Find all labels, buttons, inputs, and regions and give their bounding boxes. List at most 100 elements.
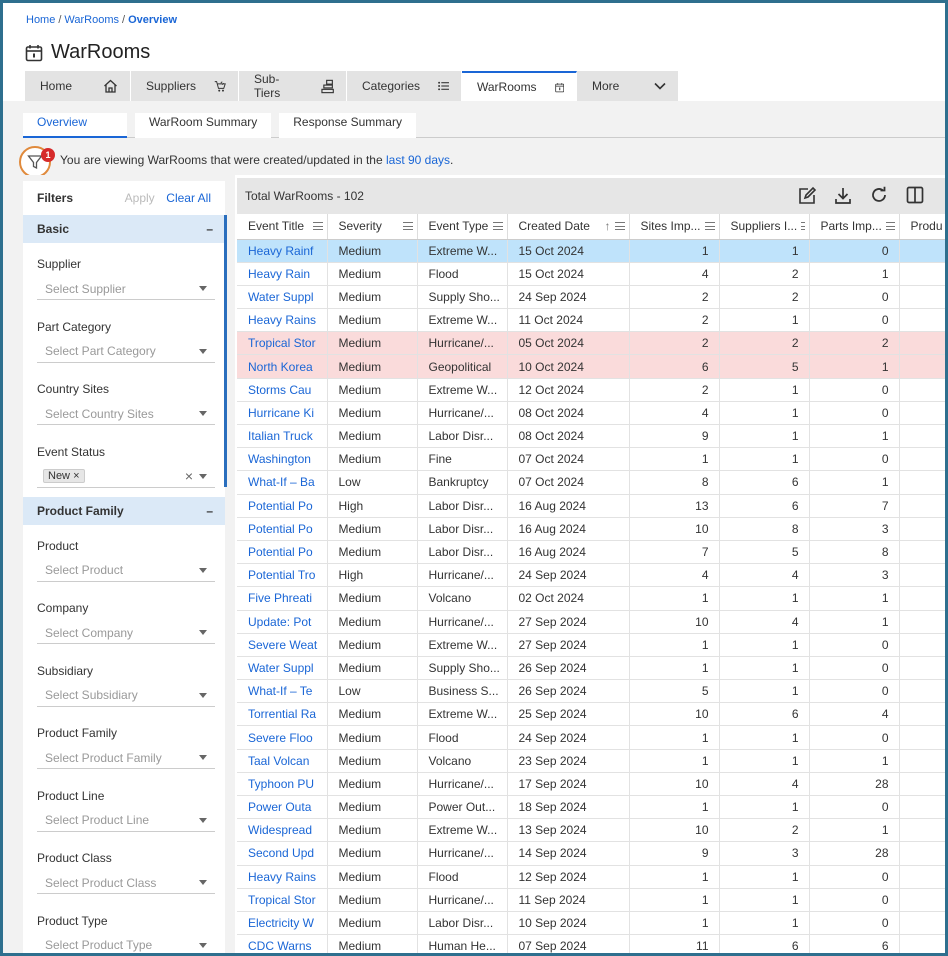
cell-event-title[interactable]: Potential Po: [237, 540, 328, 565]
tab-overview[interactable]: Overview: [23, 113, 127, 138]
product-type-select[interactable]: Select Product Type: [37, 935, 215, 954]
cell-event-title[interactable]: Heavy Rainf: [237, 239, 328, 263]
cell-event-title[interactable]: Second Upd: [237, 841, 328, 866]
table-row[interactable]: Washington Medium Fine 07 Oct 2024 1 1 0: [237, 447, 945, 472]
section-basic[interactable]: Basic –: [23, 215, 225, 243]
column-menu-icon[interactable]: [312, 222, 323, 231]
breadcrumb-current[interactable]: Overview: [128, 14, 177, 26]
col-event-title[interactable]: Event Title: [237, 214, 328, 240]
col-created-date[interactable]: Created Date ↑: [507, 214, 630, 240]
table-row[interactable]: Taal Volcan Medium Volcano 23 Sep 2024 1 1 1: [237, 749, 945, 773]
cell-event-title[interactable]: Potential Po: [237, 494, 328, 518]
nav-warrooms[interactable]: WarRooms: [462, 71, 577, 101]
cell-event-title[interactable]: Severe Weat: [237, 633, 328, 657]
cell-event-title[interactable]: North Korea: [237, 354, 328, 379]
table-row[interactable]: Potential Po Medium Labor Disr... 16 Aug 20…: [237, 517, 945, 541]
table-row[interactable]: Update: Pot Medium Hurricane/... 27 Sep 202…: [237, 610, 945, 634]
nav-sub-tiers[interactable]: Sub-Tiers: [239, 71, 347, 101]
cell-event-title[interactable]: Taal Volcan: [237, 749, 328, 773]
table-row[interactable]: Italian Truck Medium Labor Disr... 08 Oct 2…: [237, 424, 945, 449]
table-row[interactable]: Tropical Stor Medium Hurricane/... 11 Sep 2…: [237, 888, 945, 912]
part-category-select[interactable]: Select Part Category: [37, 341, 215, 363]
refresh-button[interactable]: [861, 186, 897, 206]
column-menu-icon[interactable]: [492, 222, 503, 231]
cell-event-title[interactable]: Water Suppl: [237, 656, 328, 681]
cell-event-title[interactable]: Typhoon PU: [237, 772, 328, 797]
table-row[interactable]: Torrential Ra Medium Extreme W... 25 Sep 20…: [237, 702, 945, 727]
table-row[interactable]: Water Suppl Medium Supply Sho... 26 Sep 202…: [237, 656, 945, 681]
clear-all-button[interactable]: Clear All: [166, 191, 211, 205]
table-row[interactable]: Heavy Rain Medium Flood 15 Oct 2024 4 2 1: [237, 262, 945, 286]
table-row[interactable]: Heavy Rainf Medium Extreme W... 15 Oct 2024…: [237, 239, 945, 263]
col-parts-impacted[interactable]: Parts Imp...: [809, 214, 900, 240]
table-row[interactable]: Heavy Rains Medium Flood 12 Sep 2024 1 1 0: [237, 865, 945, 889]
cell-event-title[interactable]: Heavy Rains: [237, 308, 328, 333]
table-row[interactable]: Storms Cau Medium Extreme W... 12 Oct 2024 2…: [237, 378, 945, 402]
table-row[interactable]: Electricity W Medium Labor Disr... 10 Sep 2…: [237, 911, 945, 936]
cell-event-title[interactable]: Power Outa: [237, 795, 328, 820]
cell-event-title[interactable]: Heavy Rain: [237, 262, 328, 286]
cell-event-title[interactable]: Hurricane Ki: [237, 401, 328, 426]
cell-event-title[interactable]: Heavy Rains: [237, 865, 328, 889]
last-90-days-link[interactable]: last 90 days: [386, 153, 450, 167]
nav-home[interactable]: Home: [25, 71, 131, 101]
column-menu-icon[interactable]: [885, 222, 895, 231]
cell-event-title[interactable]: Five Phreati: [237, 586, 328, 611]
col-severity[interactable]: Severity: [327, 214, 418, 240]
table-row[interactable]: Severe Floo Medium Flood 24 Sep 2024 1 1 0: [237, 725, 945, 750]
section-product-family[interactable]: Product Family –: [23, 496, 225, 525]
country-sites-select[interactable]: Select Country Sites: [37, 403, 215, 425]
table-row[interactable]: Potential Tro High Hurricane/... 24 Sep 202…: [237, 563, 945, 588]
table-row[interactable]: North Korea Medium Geopolitical 10 Oct 2024…: [237, 354, 945, 379]
table-row[interactable]: Potential Po High Labor Disr... 16 Aug 2024…: [237, 494, 945, 518]
breadcrumb-warrooms[interactable]: WarRooms: [64, 14, 119, 26]
table-row[interactable]: Severe Weat Medium Extreme W... 27 Sep 2024…: [237, 633, 945, 657]
table-row[interactable]: Five Phreati Medium Volcano 02 Oct 2024 1 1 1: [237, 586, 945, 611]
column-menu-icon[interactable]: [704, 222, 715, 231]
table-row[interactable]: Water Suppl Medium Supply Sho... 24 Sep 202…: [237, 285, 945, 310]
table-row[interactable]: Second Upd Medium Hurricane/... 14 Sep 2024…: [237, 841, 945, 866]
cell-event-title[interactable]: Washington: [237, 447, 328, 472]
col-event-type[interactable]: Event Type: [417, 214, 508, 240]
tab-warroom-summary[interactable]: WarRoom Summary: [135, 113, 272, 138]
cell-event-title[interactable]: Storms Cau: [237, 378, 328, 402]
cell-event-title[interactable]: Water Suppl: [237, 285, 328, 310]
cell-event-title[interactable]: Torrential Ra: [237, 702, 328, 727]
event-status-select[interactable]: New × ×: [37, 466, 215, 488]
table-row[interactable]: Power Outa Medium Power Out... 18 Sep 2024 1…: [237, 795, 945, 820]
clear-selection-icon[interactable]: ×: [185, 468, 193, 484]
tab-response-summary[interactable]: Response Summary: [279, 113, 416, 138]
col-suppliers-impacted[interactable]: Suppliers I...: [719, 214, 810, 240]
columns-button[interactable]: [897, 186, 933, 206]
filters-scrollbar[interactable]: [224, 215, 227, 487]
table-row[interactable]: Hurricane Ki Medium Hurricane/... 08 Oct 20…: [237, 401, 945, 426]
company-select[interactable]: Select Company: [37, 622, 215, 644]
table-row[interactable]: Typhoon PU Medium Hurricane/... 17 Sep 2024…: [237, 772, 945, 797]
download-button[interactable]: [825, 186, 861, 206]
nav-suppliers[interactable]: Suppliers: [131, 71, 239, 101]
supplier-select[interactable]: Select Supplier: [37, 278, 215, 300]
chip-remove-icon[interactable]: ×: [73, 470, 79, 482]
cell-event-title[interactable]: Tropical Stor: [237, 888, 328, 912]
edit-button[interactable]: [789, 186, 825, 206]
apply-button[interactable]: Apply: [125, 191, 155, 205]
col-products[interactable]: Produ: [899, 214, 945, 240]
cell-event-title[interactable]: Widespread: [237, 818, 328, 843]
product-family-select[interactable]: Select Product Family: [37, 747, 215, 769]
column-menu-icon[interactable]: [801, 222, 805, 231]
subsidiary-select[interactable]: Select Subsidiary: [37, 685, 215, 707]
table-row[interactable]: What-If – Ba Low Bankruptcy 07 Oct 2024 8 6 1: [237, 470, 945, 495]
product-line-select[interactable]: Select Product Line: [37, 810, 215, 832]
col-sites-impacted[interactable]: Sites Imp...: [629, 214, 720, 240]
nav-more[interactable]: More: [577, 71, 679, 101]
table-row[interactable]: CDC Warns Medium Human He... 07 Sep 2024 11 6…: [237, 934, 945, 953]
column-menu-icon[interactable]: [402, 222, 413, 231]
cell-event-title[interactable]: Update: Pot: [237, 610, 328, 634]
cell-event-title[interactable]: What-If – Te: [237, 679, 328, 704]
table-row[interactable]: Tropical Stor Medium Hurricane/... 05 Oct 2…: [237, 331, 945, 356]
column-menu-icon[interactable]: [614, 222, 625, 231]
breadcrumb-home[interactable]: Home: [26, 14, 55, 26]
nav-categories[interactable]: Categories: [347, 71, 462, 101]
cell-event-title[interactable]: Severe Floo: [237, 725, 328, 750]
cell-event-title[interactable]: What-If – Ba: [237, 470, 328, 495]
